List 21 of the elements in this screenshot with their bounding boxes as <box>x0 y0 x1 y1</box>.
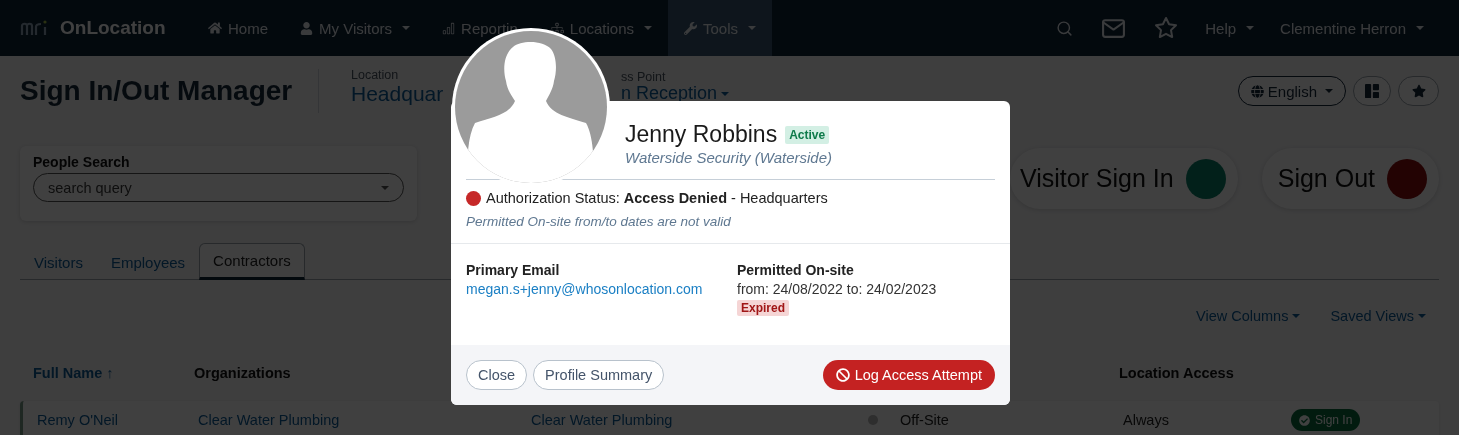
ban-icon <box>835 368 850 382</box>
log-access-button[interactable]: Log Access Attempt <box>822 360 995 390</box>
email-link[interactable]: megan.s+jenny@whosonlocation.com <box>466 281 737 297</box>
table-cell-text: Always <box>1123 412 1170 428</box>
column-header[interactable]: Full Name ↑ <box>33 365 114 381</box>
detail-label: Primary Email <box>466 262 561 278</box>
detail-label: Permitted On-site <box>737 262 855 278</box>
search-label: People Search <box>33 154 131 170</box>
validity-note: Permitted On-site from/to dates are not valid <box>466 214 732 229</box>
company-name: Waterside Security (Waterside) <box>625 149 833 166</box>
authorization-status: Authorization Status: Access Denied - Headquarters <box>486 190 828 206</box>
dialog-button[interactable]: Profile Summary <box>533 360 665 390</box>
table-cell-text: Off-Site <box>900 412 950 428</box>
expired-badge: Expired <box>737 300 789 316</box>
dialog-button[interactable]: Close <box>466 360 528 390</box>
page-title: Sign In/Out Manager <box>20 75 294 107</box>
detail-value: from: 24/08/2022 to: 24/02/2023 <box>737 281 938 297</box>
column-header[interactable]: Location Access <box>1119 365 1234 381</box>
person-name: Jenny Robbins <box>625 121 778 148</box>
column-header[interactable]: Organizations <box>194 365 291 381</box>
status-badge: Active <box>785 125 830 144</box>
